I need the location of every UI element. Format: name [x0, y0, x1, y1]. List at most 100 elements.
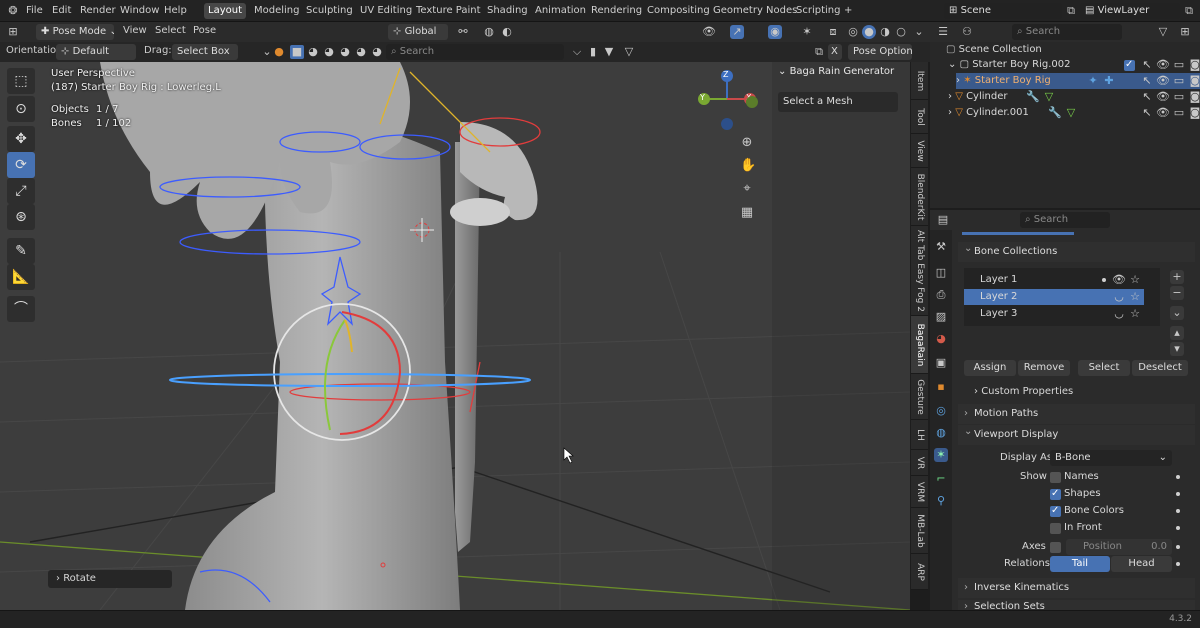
annotate-tool[interactable]: ✎ — [7, 238, 35, 264]
layer-row-3[interactable]: Layer 3 ◡ ☆ — [964, 306, 1160, 322]
relations-head-button[interactable]: Head — [1111, 556, 1172, 572]
pose-options-button[interactable]: Pose Options — [848, 44, 912, 60]
select-arrow-icon[interactable]: ↖ — [1140, 90, 1154, 104]
keyframe-dot-icon[interactable] — [1176, 492, 1180, 496]
tab-shading[interactable]: Shading — [483, 3, 532, 19]
3d-viewport[interactable]: User Perspective (187) Starter Boy Rig :… — [0, 62, 910, 610]
collection-menu-icon[interactable]: ⌄ — [1170, 306, 1184, 320]
monitor-icon[interactable]: ▭ — [1172, 90, 1186, 104]
star-icon[interactable]: ☆ — [1128, 307, 1142, 321]
shading-options-icon[interactable]: ⌄ — [912, 25, 926, 39]
camera-icon[interactable]: ◙ — [1188, 58, 1200, 72]
sphere-icon-3[interactable]: ◕ — [338, 45, 352, 59]
show-names-row[interactable]: Names — [1050, 469, 1190, 485]
outliner-item-cylinder[interactable]: › ▽ Cylinder 🔧 ▽ ↖ 👁 ▭ ◙ — [948, 89, 1200, 105]
menu-pose[interactable]: Pose — [189, 23, 220, 39]
show-bone-colors-row[interactable]: Bone Colors — [1050, 503, 1190, 519]
select-arrow-icon[interactable]: ↖ — [1140, 106, 1154, 120]
vtab-lh[interactable]: LH — [911, 420, 928, 450]
hand-pan-icon[interactable]: ✋ — [740, 159, 756, 173]
color-palette-icon[interactable]: ● — [272, 45, 286, 59]
outliner-editor-icon[interactable]: ☰ — [936, 25, 950, 39]
visibility-icon[interactable]: 👁 — [702, 25, 716, 39]
tool-tab-icon[interactable]: ⚒ — [934, 240, 948, 254]
collapse-icon[interactable]: ⌄ — [778, 66, 790, 77]
vtab-arp[interactable]: ARP — [911, 554, 928, 590]
add-collection-icon[interactable]: + — [1170, 270, 1184, 284]
vtab-fog[interactable]: Alt Tab Easy Fog 2 — [911, 226, 928, 316]
tab-scripting[interactable]: Scripting — [792, 3, 844, 19]
remove-button[interactable]: Remove — [1018, 360, 1070, 376]
tab-uv-editing[interactable]: UV Editing — [356, 3, 416, 19]
assign-button[interactable]: Assign — [964, 360, 1016, 376]
add-workspace-button[interactable]: + — [840, 3, 856, 19]
bone-overlay-icon[interactable]: ✶ — [800, 25, 814, 39]
monitor-icon[interactable]: ▭ — [1172, 106, 1186, 120]
cursor-tool[interactable]: ⊙ — [7, 96, 35, 122]
object-tab-icon[interactable]: ▪ — [934, 380, 948, 394]
select-button[interactable]: Select — [1078, 360, 1130, 376]
filter-options-icon[interactable]: ▽ — [622, 45, 636, 59]
bookmark-icon[interactable]: ▮ — [586, 45, 600, 59]
transform-tool[interactable]: ⊛ — [7, 204, 35, 230]
menu-file[interactable]: File — [22, 3, 47, 19]
camera-icon[interactable]: ◙ — [1188, 74, 1200, 88]
camera-icon[interactable]: ◙ — [1188, 106, 1200, 120]
editor-type-icon[interactable]: ⊞ — [6, 25, 20, 39]
bone-size-tool[interactable]: ⌒ — [7, 296, 35, 322]
funnel-icon[interactable]: ⌵ — [570, 45, 584, 59]
zoom-icon[interactable]: ⊕ — [740, 136, 754, 150]
layer-row-2[interactable]: Layer 2 ◡ ☆ — [964, 289, 1144, 305]
selection-sets-header[interactable]: Selection Sets — [958, 600, 1195, 610]
show-shapes-row[interactable]: Shapes — [1050, 486, 1190, 502]
vtab-item[interactable]: Item — [911, 62, 928, 100]
menu-help[interactable]: Help — [160, 3, 191, 19]
outliner-item-rig[interactable]: › ✶ Starter Boy Rig ✦ ✚ ↖ 👁 ▭ ◙ — [956, 73, 1200, 89]
render-tab-icon[interactable]: ◫ — [934, 266, 948, 280]
vtab-tool[interactable]: Tool — [911, 100, 928, 134]
keyframe-dot-icon[interactable] — [1176, 475, 1180, 479]
transform-orientation-dropdown[interactable]: ⊹ Global — [388, 24, 448, 40]
show-in-front-row[interactable]: In Front — [1050, 520, 1190, 536]
properties-search[interactable]: ⌕ Search — [1020, 212, 1110, 228]
vtab-view[interactable]: View — [911, 134, 928, 168]
armature-data-tab-icon[interactable]: ✶ — [934, 448, 948, 462]
scene-selector[interactable]: ⊞ Scene — [944, 3, 1062, 19]
shading-material-icon[interactable]: ◑ — [878, 25, 892, 39]
deselect-button[interactable]: Deselect — [1132, 360, 1188, 376]
move-down-icon[interactable]: ▾ — [1170, 342, 1184, 356]
symmetry-icon[interactable]: ⧉ — [812, 45, 826, 59]
monitor-icon[interactable]: ▭ — [1172, 58, 1186, 72]
view-layer-selector[interactable]: ▤ ViewLayer — [1080, 3, 1180, 19]
bone-select-mode-icon[interactable]: ■ — [290, 45, 304, 59]
new-view-layer-icon[interactable]: ⧉ — [1182, 4, 1196, 18]
drag-dropdown[interactable]: Select Box — [172, 44, 238, 60]
axes-checkbox[interactable] — [1050, 542, 1061, 553]
proportional-edit-icon[interactable]: ◐ — [500, 25, 514, 39]
sphere-icon-4[interactable]: ◕ — [354, 45, 368, 59]
star-icon[interactable]: ☆ — [1128, 273, 1142, 287]
output-tab-icon[interactable]: ⎙ — [934, 288, 948, 302]
bone-constraint-tab-icon[interactable]: ⚲ — [934, 494, 948, 508]
camera-view-icon[interactable]: ⌖ — [740, 182, 754, 196]
search-field[interactable]: ⌕ Search — [386, 44, 564, 60]
snap-icon[interactable]: ◍ — [482, 25, 496, 39]
eye-icon[interactable]: 👁 — [1156, 74, 1170, 88]
shading-wireframe-icon[interactable]: ◎ — [846, 25, 860, 39]
orientation-dropdown[interactable]: ⊹ Default — [56, 44, 136, 60]
select-arrow-icon[interactable]: ↖ — [1140, 74, 1154, 88]
eye-icon[interactable]: 👁 — [1112, 273, 1126, 287]
star-icon[interactable]: ☆ — [1128, 290, 1142, 304]
keyframe-dot-icon[interactable] — [1176, 526, 1180, 530]
new-collection-icon[interactable]: ⊞ — [1178, 25, 1192, 39]
sphere-icon-2[interactable]: ◕ — [322, 45, 336, 59]
keyframe-dot-icon[interactable] — [1176, 562, 1180, 566]
eye-icon[interactable]: 👁 — [1156, 58, 1170, 72]
eye-closed-icon[interactable]: ◡ — [1112, 307, 1126, 321]
pivot-icon[interactable]: ⚯ — [456, 25, 470, 39]
names-checkbox[interactable] — [1050, 472, 1061, 483]
position-field[interactable]: Position 0.0 — [1066, 539, 1172, 555]
eye-icon[interactable]: 👁 — [1156, 106, 1170, 120]
menu-select[interactable]: Select — [151, 23, 190, 39]
gizmo-toggle-icon[interactable]: ↗ — [730, 25, 744, 39]
